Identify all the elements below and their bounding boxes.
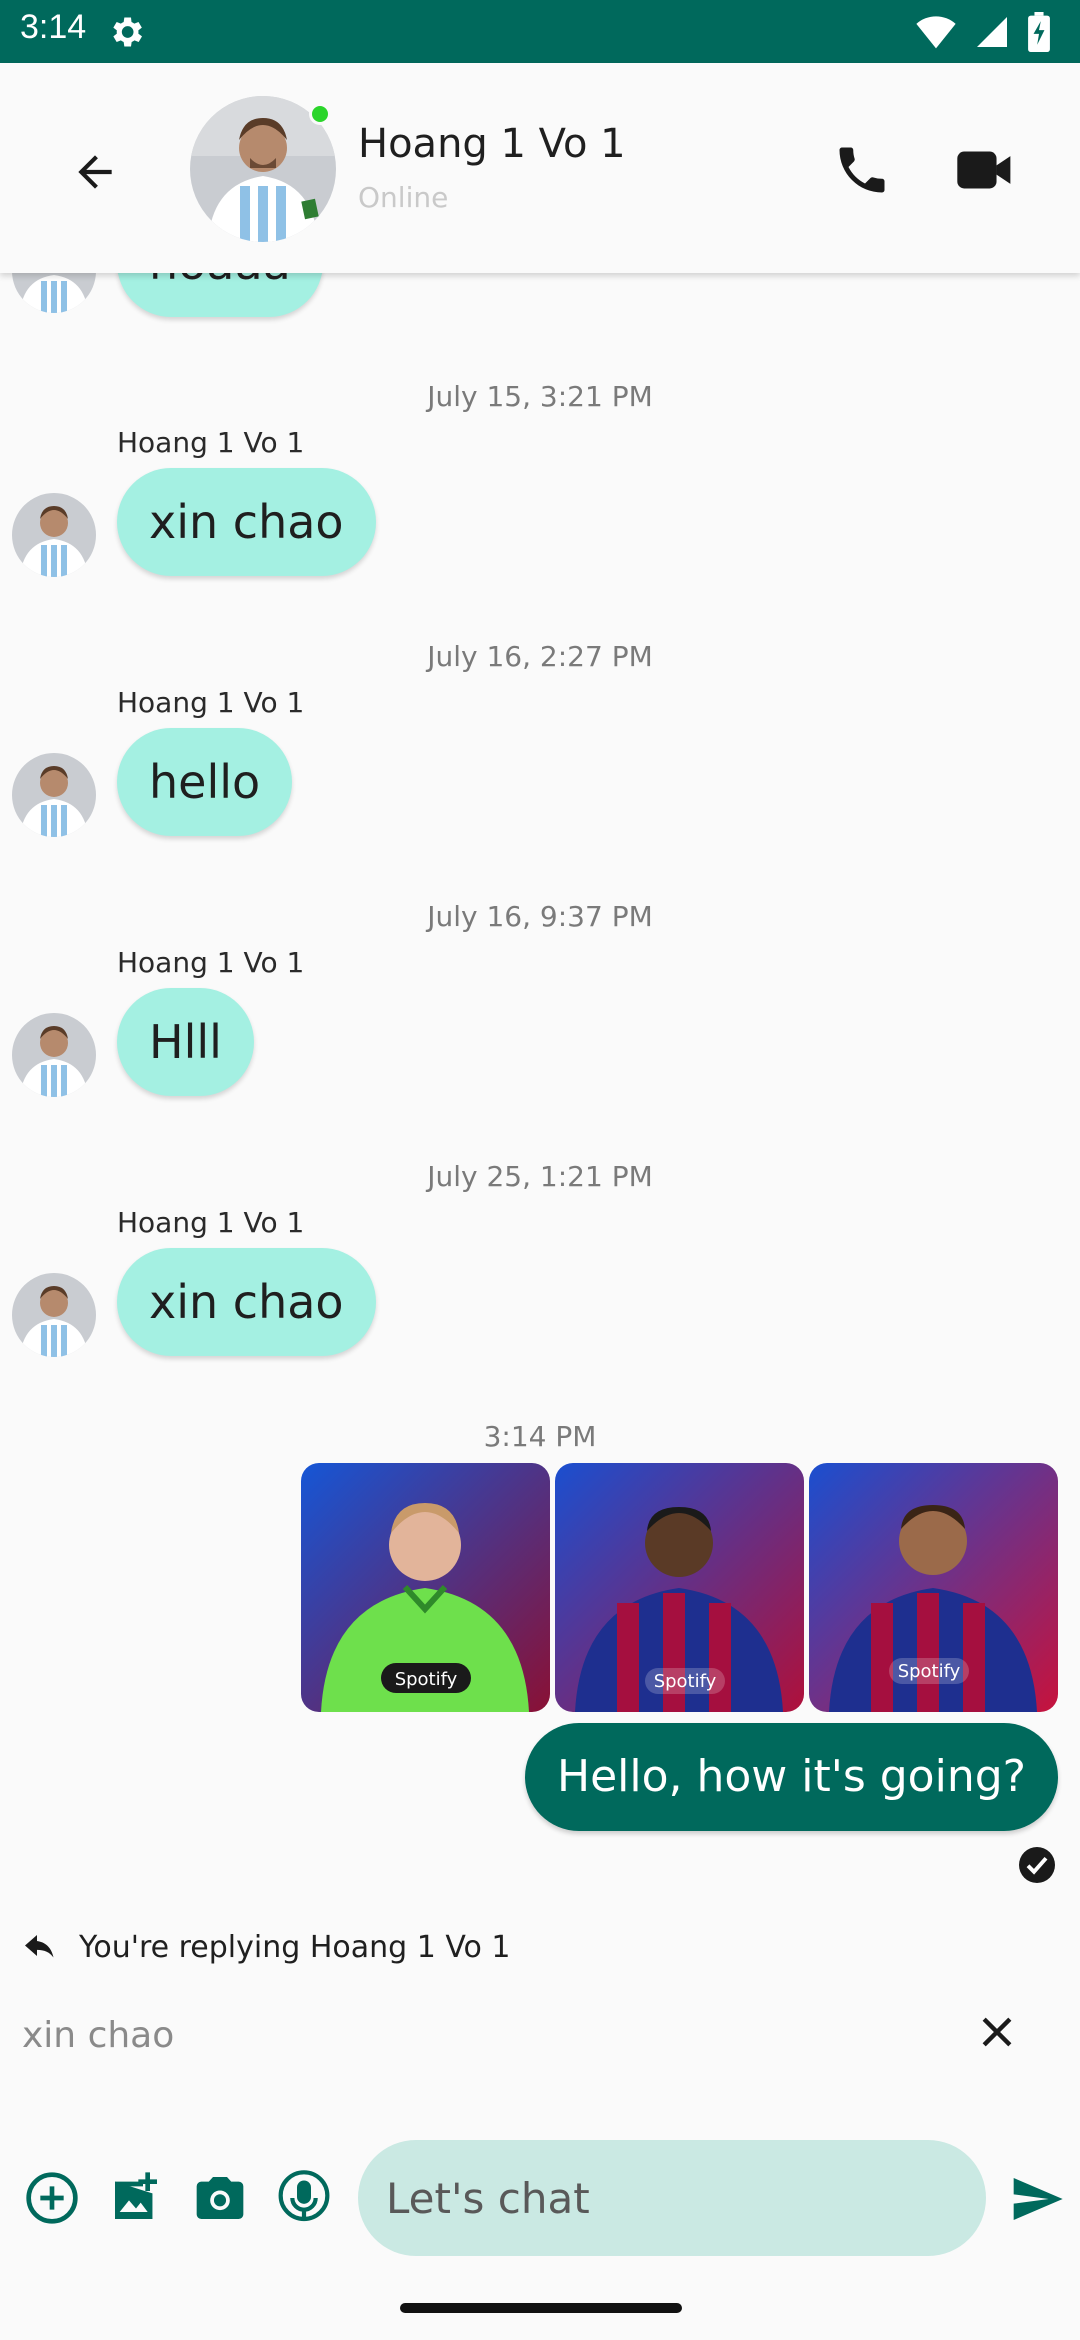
incoming-message-bubble[interactable]: xin chao [117,468,376,576]
date-separator: July 15, 3:21 PM [427,380,653,413]
sender-name: Hoang 1 Vo 1 [117,686,305,719]
voice-call-button[interactable] [832,140,892,200]
gallery-button[interactable] [108,2170,164,2226]
photo-attachment[interactable]: Spotify [809,1463,1058,1712]
incoming-message-bubble[interactable]: hoaaa [117,273,323,317]
send-icon [1013,2178,1063,2220]
reply-icon [22,1934,58,1970]
add-circle-icon [26,2172,78,2224]
message-list[interactable]: hoaaa July 15, 3:21 PM Hoang 1 Vo 1 xin … [0,273,1080,1890]
status-time: 3:14 [20,8,87,46]
navigation-bar [0,2275,1080,2340]
close-icon [982,2017,1012,2047]
reply-preview: You're replying Hoang 1 Vo 1 xin chao [0,1890,1080,2115]
incoming-message-bubble[interactable]: hello [117,728,293,836]
message-input[interactable] [358,2140,986,2256]
incoming-message-bubble[interactable]: xin chao [117,1248,376,1356]
add-photo-icon [115,2172,157,2219]
cancel-reply-button[interactable] [975,2010,1019,2054]
sender-name: Hoang 1 Vo 1 [117,1206,305,1239]
sender-avatar[interactable] [12,753,96,837]
date-separator: July 16, 9:37 PM [427,900,653,933]
voice-record-button[interactable] [276,2170,332,2226]
add-attachment-button[interactable] [24,2170,80,2226]
sender-name: Hoang 1 Vo 1 [117,426,305,459]
home-gesture-handle[interactable] [400,2303,682,2313]
battery-icon [1028,12,1050,56]
videocam-icon [957,151,1011,189]
contact-name[interactable]: Hoang 1 Vo 1 [358,121,626,167]
status-bar: 3:14 [0,0,1080,63]
back-button[interactable] [70,147,120,197]
date-separator: July 25, 1:21 PM [427,1160,653,1193]
message-composer [0,2115,1080,2275]
sender-avatar[interactable] [12,1273,96,1357]
outgoing-message-bubble[interactable]: Hello, how it's going? [524,1723,1058,1831]
microphone-icon [278,2170,330,2222]
sponsor-logo: Spotify [898,1661,961,1682]
sender-avatar [12,273,96,313]
online-status-dot [309,103,331,125]
sender-avatar[interactable] [12,493,96,577]
send-button[interactable] [1008,2171,1066,2227]
date-separator: 3:14 PM [483,1420,597,1453]
sponsor-logo: Spotify [395,1669,458,1690]
reply-quoted-text: xin chao [22,2015,175,2056]
sender-name: Hoang 1 Vo 1 [117,946,305,979]
reply-label: You're replying Hoang 1 Vo 1 [79,1930,511,1965]
photo-attachment[interactable]: Spotify [301,1463,550,1712]
photo-attachment[interactable]: Spotify [555,1463,804,1712]
sender-avatar[interactable] [12,1013,96,1097]
wifi-icon [916,14,956,54]
incoming-message-bubble[interactable]: Hlll [117,988,254,1096]
signal-icon [974,14,1010,54]
presence-status: Online [358,181,449,214]
camera-button[interactable] [192,2170,248,2226]
sent-check-icon [1019,1847,1055,1883]
phone-icon [839,147,885,193]
video-call-button[interactable] [955,143,1015,197]
camera-icon [196,2177,244,2219]
chat-header: Hoang 1 Vo 1 Online [0,63,1080,273]
settings-gear-icon [106,12,146,56]
sponsor-logo: Spotify [654,1671,717,1692]
arrow-back-icon [78,155,112,189]
date-separator: July 16, 2:27 PM [427,640,653,673]
